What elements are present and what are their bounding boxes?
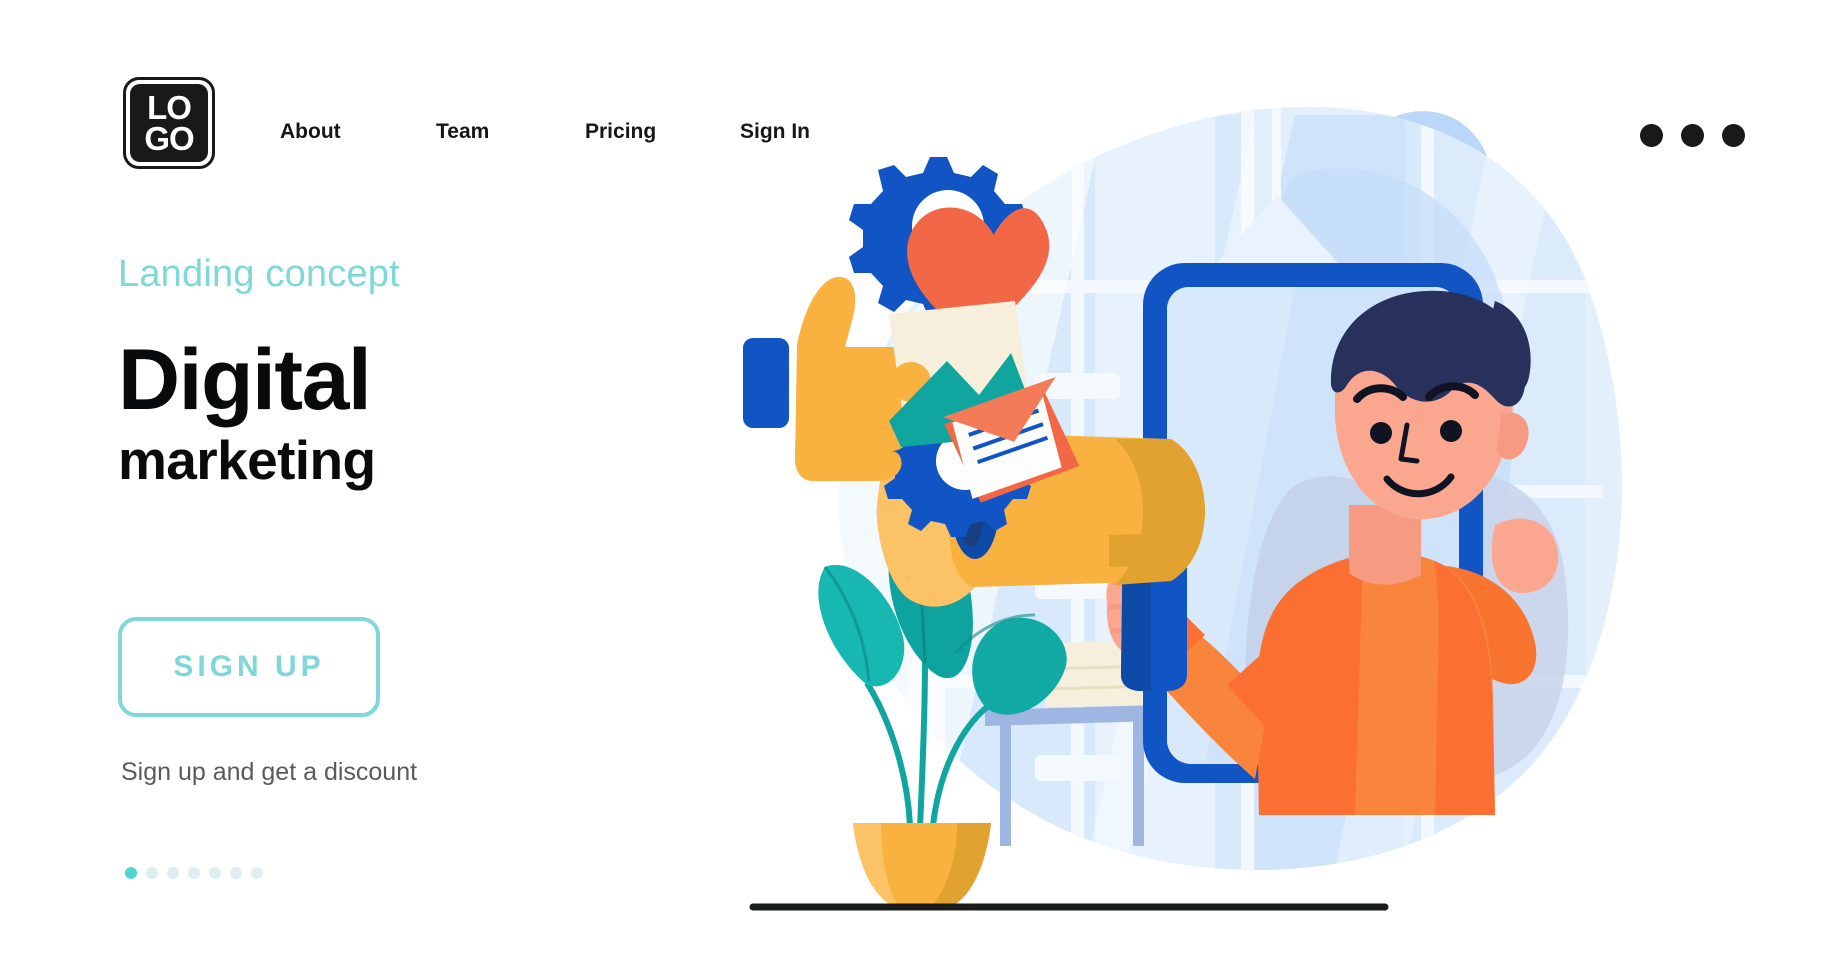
nav-item-team[interactable]: Team	[436, 120, 489, 144]
carousel-dot-4[interactable]	[188, 867, 200, 879]
nav-item-about[interactable]: About	[280, 120, 341, 144]
carousel-dot-1[interactable]	[125, 867, 137, 879]
carousel-dot-6[interactable]	[230, 867, 242, 879]
carousel-pagination[interactable]	[125, 867, 263, 879]
logo-line-2: GO	[144, 120, 194, 157]
sign-up-button[interactable]: SIGN UP	[118, 617, 380, 717]
logo-mark: LO GO	[130, 84, 208, 162]
hero-section: Landing concept Digital marketing SIGN U…	[118, 253, 678, 879]
page-subtitle: marketing	[118, 428, 376, 491]
hero-eyebrow: Landing concept	[118, 253, 400, 295]
landing-page: LO GO About Team Pricing Sign In Landing…	[0, 0, 1837, 980]
logo[interactable]: LO GO	[123, 77, 215, 169]
carousel-dot-3[interactable]	[167, 867, 179, 879]
nav-item-pricing[interactable]: Pricing	[585, 120, 656, 144]
page-title: Digital	[118, 332, 372, 428]
discount-note: Sign up and get a discount	[121, 758, 418, 786]
digital-marketing-illustration	[735, 55, 1795, 935]
carousel-dot-2[interactable]	[146, 867, 158, 879]
carousel-dot-5[interactable]	[209, 867, 221, 879]
carousel-dot-7[interactable]	[251, 867, 263, 879]
logo-line-1: LO	[147, 88, 192, 126]
